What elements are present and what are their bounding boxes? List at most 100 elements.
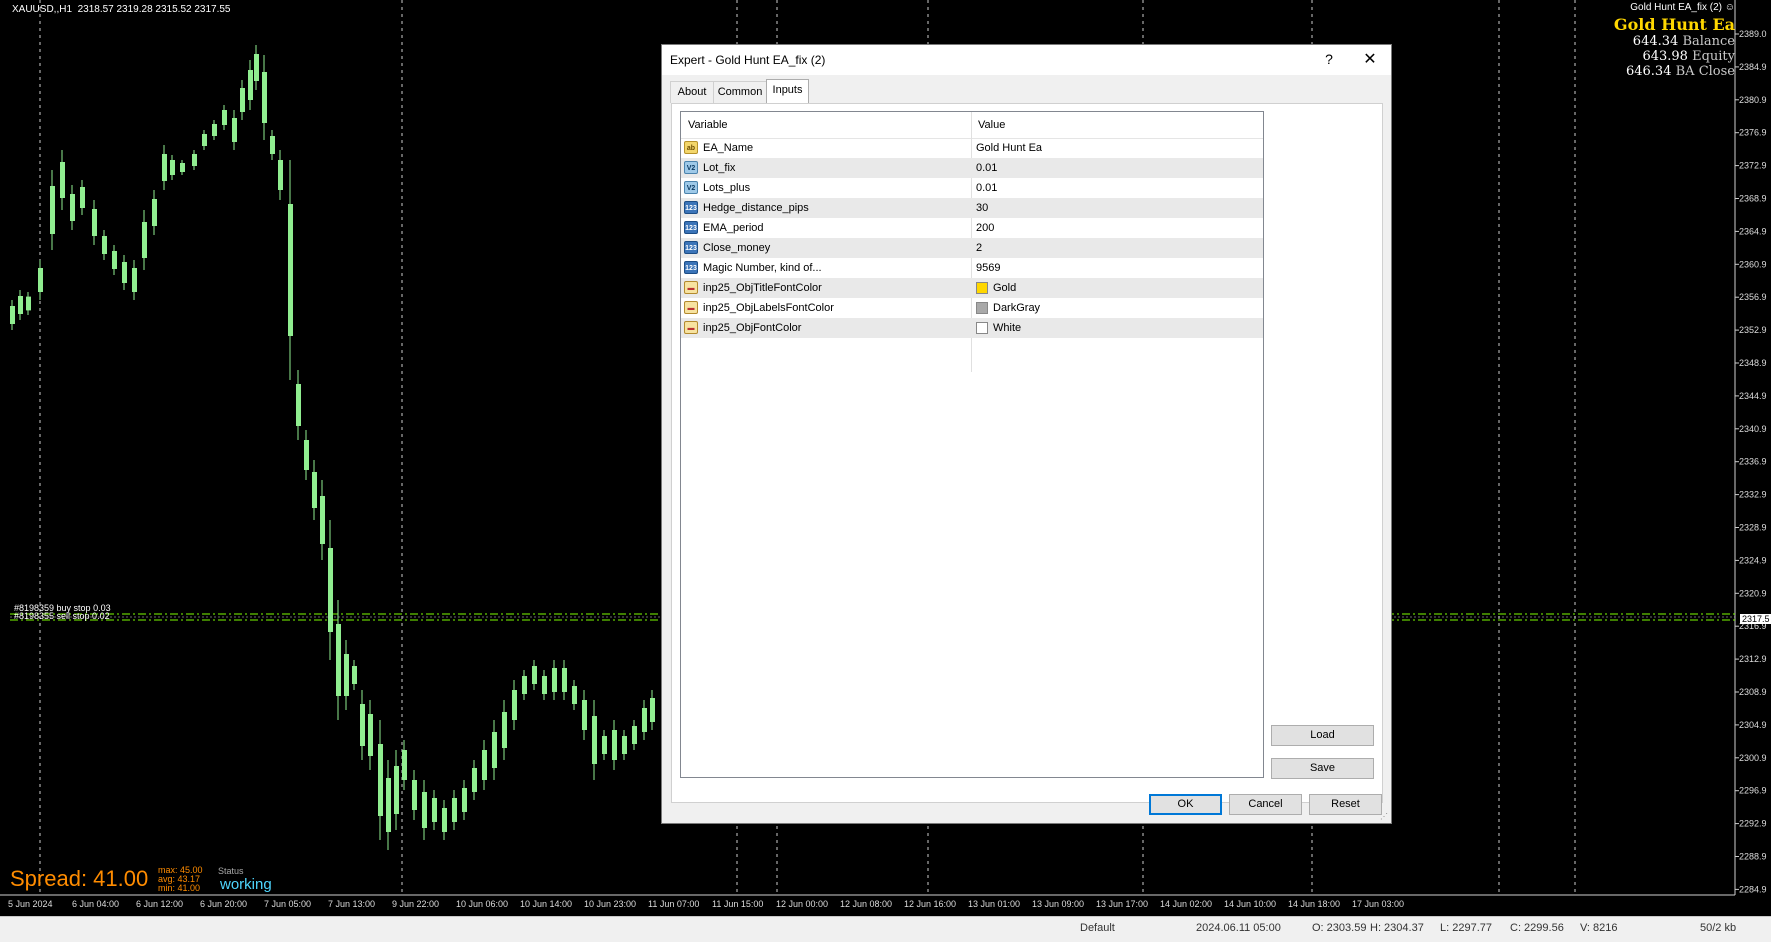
table-row[interactable]: V2 Lots_plus 0.01 — [681, 178, 1263, 198]
tab-about[interactable]: About — [670, 81, 714, 103]
param-value[interactable]: 0.01 — [976, 182, 997, 194]
col-value-header[interactable]: Value — [978, 119, 1005, 131]
candle-body — [296, 384, 301, 426]
time-tick-label: 14 Jun 18:00 — [1288, 899, 1340, 909]
param-value[interactable]: Gold — [993, 282, 1016, 294]
inputs-table[interactable]: Variable Value ab EA_Name Gold Hunt Ea V2 Lo… — [680, 111, 1264, 778]
candle-body — [278, 160, 283, 190]
candle-body — [112, 251, 117, 269]
time-tick-label: 13 Jun 01:00 — [968, 899, 1020, 909]
dialog-titlebar[interactable]: Expert - Gold Hunt EA_fix (2) ? ✕ — [662, 45, 1391, 75]
ok-button[interactable]: OK — [1149, 794, 1222, 815]
save-button[interactable]: Save — [1271, 758, 1374, 779]
candle-body — [352, 666, 357, 684]
time-tick-label: 7 Jun 13:00 — [328, 899, 375, 909]
close-icon[interactable]: ✕ — [1359, 49, 1381, 69]
time-tick-label: 14 Jun 02:00 — [1160, 899, 1212, 909]
candle-body — [502, 712, 507, 748]
param-value[interactable]: DarkGray — [993, 302, 1040, 314]
spread-min: min: 41.00 — [158, 883, 201, 893]
table-row[interactable]: 123 Close_money 2 — [681, 238, 1263, 258]
table-row[interactable]: ▬ inp25_ObjLabelsFontColor DarkGray — [681, 298, 1263, 318]
price-tick-label: 2332.9 — [1739, 490, 1767, 500]
price-tick-label: 2296.9 — [1739, 786, 1767, 796]
reset-button[interactable]: Reset — [1309, 794, 1382, 815]
color-type-icon: ▬ — [684, 281, 698, 294]
param-value[interactable]: Gold Hunt Ea — [976, 142, 1042, 154]
candle-body — [344, 654, 349, 696]
load-button[interactable]: Load — [1271, 725, 1374, 746]
candle-body — [60, 162, 65, 198]
price-tick-label: 2376.9 — [1739, 128, 1767, 138]
candle-body — [102, 236, 107, 254]
candle-body — [304, 440, 309, 470]
time-tick-label: 12 Jun 08:00 — [840, 899, 892, 909]
status-label: Status — [218, 866, 244, 876]
param-value[interactable]: 0.01 — [976, 162, 997, 174]
table-row[interactable]: 123 Hedge_distance_pips 30 — [681, 198, 1263, 218]
candle-body — [360, 704, 365, 746]
price-tick-label: 2344.9 — [1739, 391, 1767, 401]
resize-grip-icon[interactable]: ⋰ — [1380, 812, 1388, 821]
double-type-icon: V2 — [684, 181, 698, 194]
table-row[interactable]: 123 EMA_period 200 — [681, 218, 1263, 238]
candle-body — [248, 70, 253, 100]
profile-label[interactable]: Default — [1080, 922, 1115, 934]
equity-line: 643.98 Equity — [1642, 49, 1735, 64]
table-row[interactable]: V2 Lot_fix 0.01 — [681, 158, 1263, 178]
candle-body — [222, 110, 227, 125]
tab-common[interactable]: Common — [713, 81, 767, 103]
param-value[interactable]: 9569 — [976, 262, 1000, 274]
col-variable-header[interactable]: Variable — [688, 119, 728, 131]
table-row[interactable]: 123 Magic Number, kind of... 9569 — [681, 258, 1263, 278]
integer-type-icon: 123 — [684, 261, 698, 274]
price-tick-label: 2340.9 — [1739, 424, 1767, 434]
color-type-icon: ▬ — [684, 301, 698, 314]
bar-datetime: 2024.06.11 05:00 — [1196, 922, 1281, 934]
candle-body — [18, 296, 23, 314]
param-name: inp25_ObjTitleFontColor — [703, 282, 822, 294]
table-row[interactable]: ▬ inp25_ObjFontColor White — [681, 318, 1263, 338]
candle-body — [386, 778, 391, 832]
candle-body — [70, 194, 75, 221]
color-swatch[interactable] — [976, 302, 988, 314]
balance-line: 644.34 Balance — [1632, 34, 1735, 49]
candle-body — [80, 187, 85, 208]
integer-type-icon: 123 — [684, 241, 698, 254]
param-value[interactable]: 200 — [976, 222, 994, 234]
candle-body — [50, 186, 55, 234]
color-swatch[interactable] — [976, 322, 988, 334]
candle-body — [270, 136, 275, 154]
candle-body — [288, 204, 293, 336]
double-type-icon: V2 — [684, 161, 698, 174]
candle-body — [402, 750, 407, 780]
cancel-button[interactable]: Cancel — [1229, 794, 1302, 815]
help-button[interactable]: ? — [1319, 51, 1339, 67]
param-name: Lots_plus — [703, 182, 751, 194]
param-name: inp25_ObjFontColor — [703, 322, 802, 334]
time-tick-label: 6 Jun 12:00 — [136, 899, 183, 909]
bar-close: C: 2299.56 — [1510, 922, 1564, 934]
candle-body — [394, 766, 399, 814]
status-value: working — [220, 876, 272, 893]
param-value[interactable]: White — [993, 322, 1021, 334]
price-tick-label: 2312.9 — [1739, 654, 1767, 664]
candle-body — [622, 736, 627, 754]
time-tick-label: 10 Jun 14:00 — [520, 899, 572, 909]
table-row[interactable]: ab EA_Name Gold Hunt Ea — [681, 138, 1263, 158]
order-label-sell[interactable]: #8198355 sell stop 0.02 — [14, 611, 110, 621]
table-row[interactable]: ▬ inp25_ObjTitleFontColor Gold — [681, 278, 1263, 298]
param-value[interactable]: 2 — [976, 242, 982, 254]
price-tick-label: 2380.9 — [1739, 95, 1767, 105]
candle-body — [152, 199, 157, 226]
param-name: Hedge_distance_pips — [703, 202, 809, 214]
param-value[interactable]: 30 — [976, 202, 988, 214]
candle-body — [462, 788, 467, 812]
tab-inputs[interactable]: Inputs — [766, 79, 809, 104]
smiley-icon: ☺ — [1724, 2, 1735, 13]
time-tick-label: 10 Jun 23:00 — [584, 899, 636, 909]
spread-label: Spread: 41.00 — [10, 866, 149, 891]
color-swatch[interactable] — [976, 282, 988, 294]
color-type-icon: ▬ — [684, 321, 698, 334]
candle-body — [180, 163, 185, 172]
